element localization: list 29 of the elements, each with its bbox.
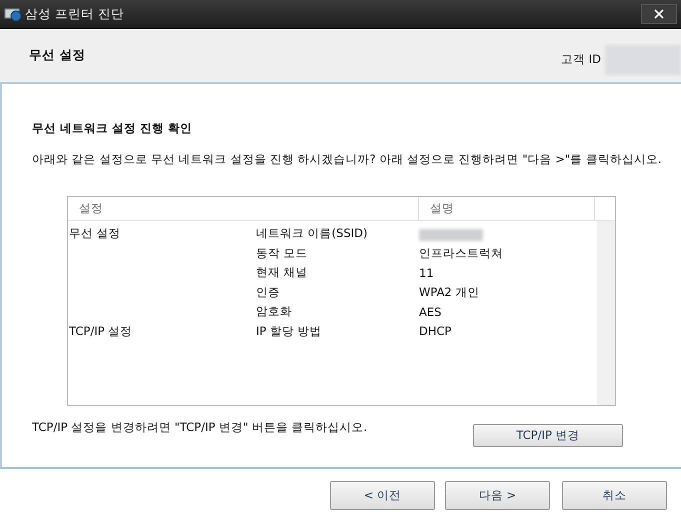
- table-cell: 암호화: [256, 304, 292, 318]
- tcpip-note: TCP/IP 설정을 변경하려면 "TCP/IP 변경" 버튼을 클릭하십시오.: [32, 419, 368, 436]
- table-cell: 무선 설정: [69, 226, 121, 240]
- printer-globe-icon: [4, 6, 22, 22]
- column-header: 설명: [419, 197, 595, 220]
- wizard-button[interactable]: < 이전: [330, 480, 435, 510]
- table-cell: 인증: [256, 284, 280, 299]
- table-cell: IP 할당 방법: [256, 324, 322, 338]
- window-title: 삼성 프린터 진단: [25, 6, 125, 22]
- table-cell: DHCP: [419, 324, 452, 338]
- redacted-block: [419, 228, 483, 241]
- tcpip-change-button[interactable]: TCP/IP 변경: [473, 424, 623, 447]
- customer-id-label: 고객 ID: [561, 52, 601, 67]
- section-heading: 무선 네트워크 설정 진행 확인: [32, 121, 194, 136]
- table-cell: 인프라스트럭쳐: [419, 246, 503, 261]
- table-cell: TCP/IP 설정: [69, 324, 132, 338]
- instruction-text: 아래와 같은 설정으로 무선 네트워크 설정을 진행 하시겠습니까? 아래 설정으로 진행하려면 "다음 >"를 클릭하십시오.: [32, 152, 662, 167]
- table-cell: AES: [419, 304, 442, 319]
- close-button[interactable]: [641, 4, 677, 24]
- column-header: 설정: [68, 197, 419, 220]
- table-cell: 네트워크 이름(SSID): [256, 226, 368, 240]
- table-cell: WPA2 개인: [419, 284, 480, 300]
- wizard-button[interactable]: 취소: [562, 480, 667, 510]
- wizard-button[interactable]: 다음 >: [445, 480, 550, 510]
- close-icon: [654, 9, 664, 19]
- table-cell: 11: [419, 266, 434, 280]
- page-title: 무선 설정: [29, 47, 86, 64]
- table-cell: 동작 모드: [256, 246, 308, 260]
- table-cell: 현재 채널: [256, 265, 308, 280]
